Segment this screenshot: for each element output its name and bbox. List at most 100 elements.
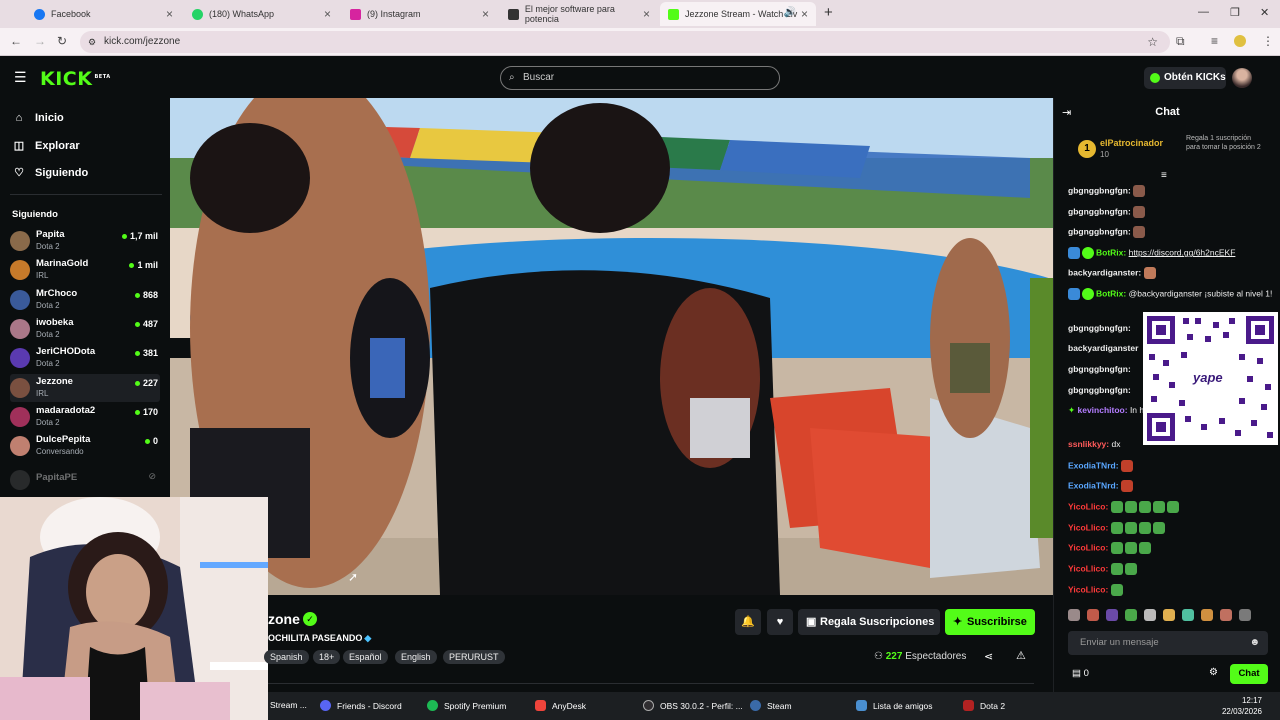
menu-dots-icon[interactable]: ⋮ xyxy=(1262,34,1274,48)
followed-channel[interactable]: JeriCHODota Dota 2 381 xyxy=(10,344,160,372)
tab-kick[interactable]: Jezzone Stream - Watch Liv 🔊 × xyxy=(660,2,816,26)
chat-link[interactable]: https://discord.gg/6h2ncEKF xyxy=(1129,247,1236,257)
system-clock[interactable]: 12:17 22/03/2026 xyxy=(1222,695,1262,717)
home-icon: ⌂ xyxy=(15,112,23,124)
followed-channel[interactable]: iwobeka Dota 2 487 xyxy=(10,315,160,343)
hide-icon[interactable]: ⊘ xyxy=(148,471,156,482)
sidebar-item-inicio[interactable]: ⌂ Inicio xyxy=(12,112,64,124)
tab-software[interactable]: El mejor software para potencia × xyxy=(500,2,658,26)
emote-bar[interactable] xyxy=(1068,609,1268,623)
taskbar-app[interactable]: OBS 30.0.2 - Perfil: ... xyxy=(643,700,743,711)
hamburger-menu-icon[interactable]: ☰ xyxy=(14,69,27,86)
followed-channel-offline[interactable]: PapitaPE ⊘ xyxy=(10,466,160,494)
tag-chip[interactable]: Spanish xyxy=(264,650,309,664)
chat-send-button[interactable]: Chat xyxy=(1230,664,1268,684)
follow-heart-button[interactable]: ♥ xyxy=(767,609,793,635)
extensions-icon[interactable]: ⧉ xyxy=(1176,34,1185,49)
viewer-count: 170 xyxy=(134,407,158,417)
taskbar-app[interactable]: Steam xyxy=(750,700,792,711)
taskbar-app[interactable]: Lista de amigos xyxy=(856,700,933,711)
user-avatar[interactable] xyxy=(1232,68,1252,88)
close-icon[interactable]: × xyxy=(324,7,331,21)
followed-channel[interactable]: madaradota2 Dota 2 170 xyxy=(10,403,160,431)
taskbar-app[interactable]: Spotify Premium xyxy=(427,700,506,711)
url-field[interactable]: ⚙ kick.com/jezzone ☆ xyxy=(80,31,1170,53)
steam-icon xyxy=(750,700,761,711)
restore-icon[interactable]: ❐ xyxy=(1230,6,1240,19)
emoji-icon[interactable]: ☻ xyxy=(1249,631,1260,655)
subscribe-button[interactable]: ✦ Suscribirse xyxy=(945,609,1035,635)
chat-settings-icon[interactable]: ⚙ xyxy=(1209,667,1218,678)
followed-channel[interactable]: DulcePepita Conversando 0 xyxy=(10,432,160,460)
close-icon[interactable]: × xyxy=(166,7,173,21)
forward-icon[interactable]: → xyxy=(34,34,46,48)
tab-instagram[interactable]: (9) Instagram × xyxy=(342,2,497,26)
kick-logo[interactable]: KICK BETA xyxy=(40,68,111,90)
bookmark-star-icon[interactable]: ☆ xyxy=(1147,31,1158,53)
chat-message: YicoLlico: xyxy=(1068,563,1278,575)
sidebar-item-siguiendo[interactable]: ♡ Siguiendo xyxy=(12,166,88,180)
channel-title[interactable]: zone xyxy=(268,611,300,627)
window-close-icon[interactable]: ✕ xyxy=(1260,6,1269,19)
sponsor-name[interactable]: elPatrocinador xyxy=(1100,138,1163,148)
back-icon[interactable]: ← xyxy=(10,34,22,48)
close-icon[interactable]: × xyxy=(801,7,808,21)
channel-name: PapitaPE xyxy=(36,472,78,483)
followed-channel[interactable]: Papita Dota 2 1,7 mil xyxy=(10,227,160,255)
search-placeholder: Buscar xyxy=(523,72,555,83)
viewer-count: 227 xyxy=(134,378,158,388)
tag-chip[interactable]: English xyxy=(395,650,437,664)
emote-icon xyxy=(1120,480,1133,492)
tag-chip[interactable]: PERURUST xyxy=(443,650,505,664)
filter-icon[interactable]: ≡ xyxy=(1161,170,1167,181)
report-icon[interactable]: ⚠ xyxy=(1016,649,1026,662)
kick-icon xyxy=(668,8,679,20)
channel-name: JeriCHODota xyxy=(36,346,96,357)
sidebar-item-explorar[interactable]: ◫ Explorar xyxy=(12,139,80,153)
tab-whatsapp[interactable]: (180) WhatsApp × xyxy=(184,2,339,26)
gift-subscriptions-button[interactable]: ▣ Regala Suscripciones xyxy=(798,609,940,635)
sidebar: ⌂ Inicio ◫ Explorar ♡ Siguiendo Siguiend… xyxy=(0,98,170,498)
tab-label: Jezzone Stream - Watch Liv xyxy=(685,9,798,19)
notification-bell-button[interactable]: 🔔 xyxy=(735,609,761,635)
wallet-icon: ▤ xyxy=(1072,668,1081,679)
close-icon[interactable]: × xyxy=(482,7,489,21)
instagram-icon xyxy=(350,8,361,20)
minimize-icon[interactable]: — xyxy=(1198,6,1209,18)
kicks-wallet[interactable]: ▤ 0 xyxy=(1072,668,1089,679)
tag-chip[interactable]: 18+ xyxy=(313,650,341,664)
followed-channel[interactable]: MarinaGold IRL 1 mil xyxy=(10,256,160,284)
sidebar-item-label: Explorar xyxy=(35,139,80,152)
viewer-count: 487 xyxy=(134,319,158,329)
new-tab-button[interactable]: + xyxy=(824,4,833,21)
chat-message-input[interactable]: Enviar un mensaje ☻ xyxy=(1068,631,1268,655)
video-player[interactable]: ➚ xyxy=(170,98,1053,595)
following-section-title: Siguiendo xyxy=(12,209,58,220)
share-icon[interactable]: ⋖ xyxy=(984,650,993,663)
get-kicks-button[interactable]: Obtén KICKs xyxy=(1144,67,1226,89)
compass-icon: ◫ xyxy=(13,140,25,152)
tab-facebook[interactable]: Facebook × xyxy=(26,2,181,26)
emote-icon xyxy=(1125,609,1137,621)
profile-icon[interactable] xyxy=(1234,35,1246,47)
avatar xyxy=(10,348,30,368)
search-input[interactable]: ⌕ Buscar xyxy=(500,66,780,90)
tag-chip[interactable]: Español xyxy=(343,650,388,664)
taskbar-app[interactable]: Stream ... xyxy=(270,700,307,710)
channel-name: Papita xyxy=(36,229,65,240)
followed-channel-active[interactable]: Jezzone IRL 227 xyxy=(10,374,160,402)
logo-text: KICK xyxy=(40,68,93,90)
channel-category: Dota 2 xyxy=(36,330,60,339)
taskbar-app[interactable]: Friends - Discord xyxy=(320,700,402,711)
friends-list-icon xyxy=(856,700,867,711)
speaker-icon[interactable]: 🔊 xyxy=(784,7,796,18)
site-info-icon[interactable]: ⚙ xyxy=(88,31,96,53)
chat-message: ExodiaTNrd: xyxy=(1068,480,1278,492)
close-icon[interactable]: × xyxy=(643,7,650,21)
media-icon[interactable]: ≡ xyxy=(1211,34,1218,48)
reload-icon[interactable]: ↻ xyxy=(57,34,67,48)
channel-category: Conversando xyxy=(36,447,84,456)
followed-channel[interactable]: MrChoco Dota 2 868 xyxy=(10,286,160,314)
taskbar-app[interactable]: Dota 2 xyxy=(963,700,1005,711)
taskbar-app[interactable]: AnyDesk xyxy=(535,700,586,711)
